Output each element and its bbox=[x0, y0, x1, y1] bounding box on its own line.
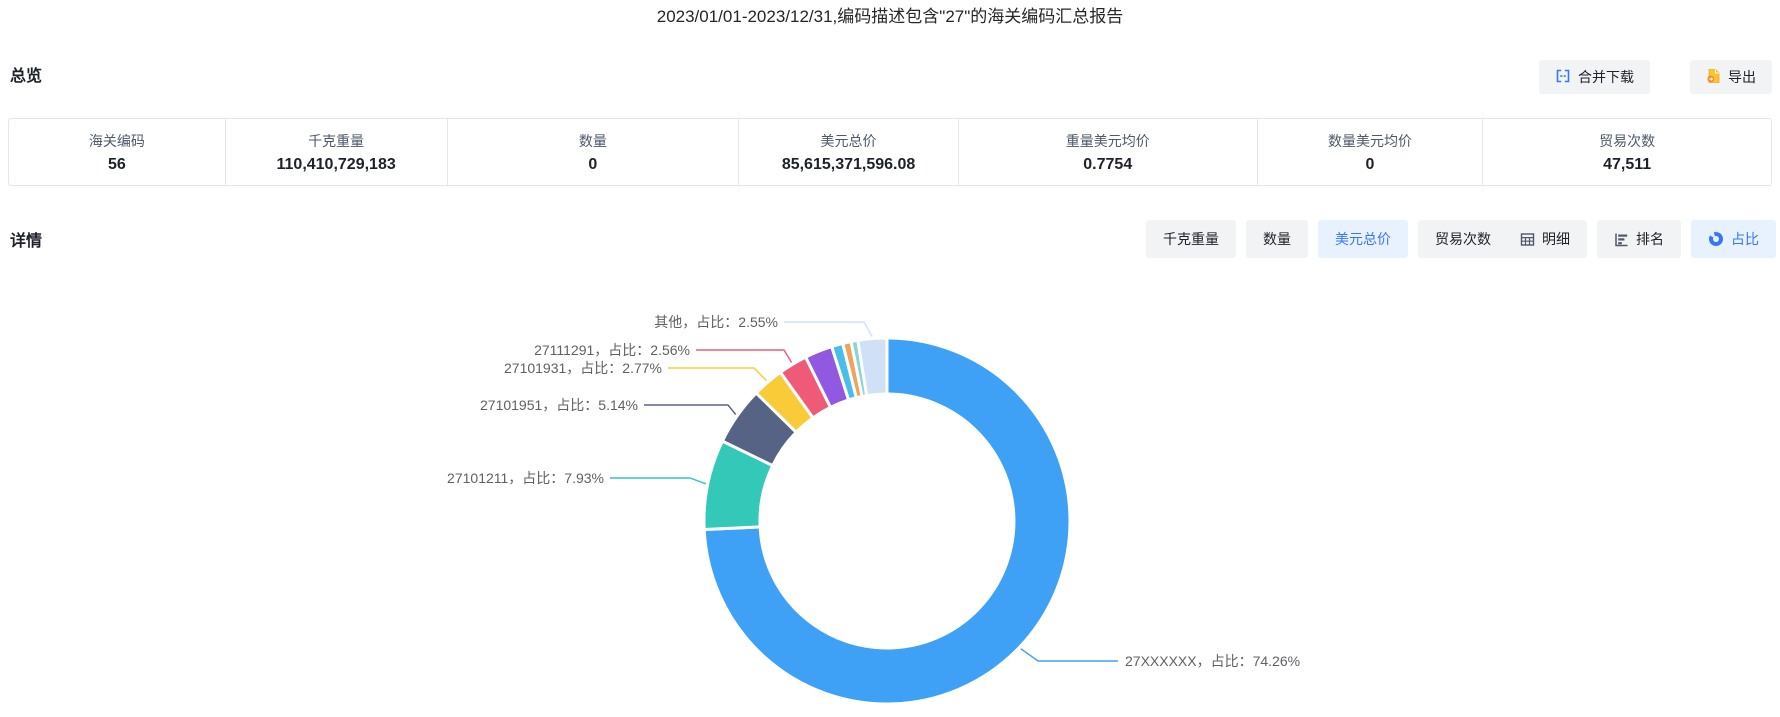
segment-label-27101211: 27101211，占比：7.93% bbox=[447, 470, 604, 486]
label-line-27101211 bbox=[610, 477, 707, 485]
segment-label-27111291: 27111291，占比：2.56% bbox=[534, 342, 690, 358]
label-line-27101931 bbox=[668, 367, 767, 382]
label-line-27XXXXXX bbox=[1020, 648, 1118, 662]
label-line-27101951 bbox=[644, 404, 737, 415]
segment-label-27101951: 27101951，占比：5.14% bbox=[480, 397, 638, 413]
segment-label-27XXXXXX: 27XXXXXX，占比：74.26% bbox=[1125, 653, 1300, 669]
share-donut-chart: 27XXXXXX，占比：74.26% 27101211，占比：7.93% 27101… bbox=[447, 314, 1300, 706]
segment-label-其他: 其他，占比：2.55% bbox=[654, 314, 778, 330]
label-line-27111291 bbox=[696, 349, 793, 363]
label-line-其他 bbox=[784, 321, 873, 337]
segment-label-27101931: 27101931，占比：2.77% bbox=[504, 360, 662, 376]
